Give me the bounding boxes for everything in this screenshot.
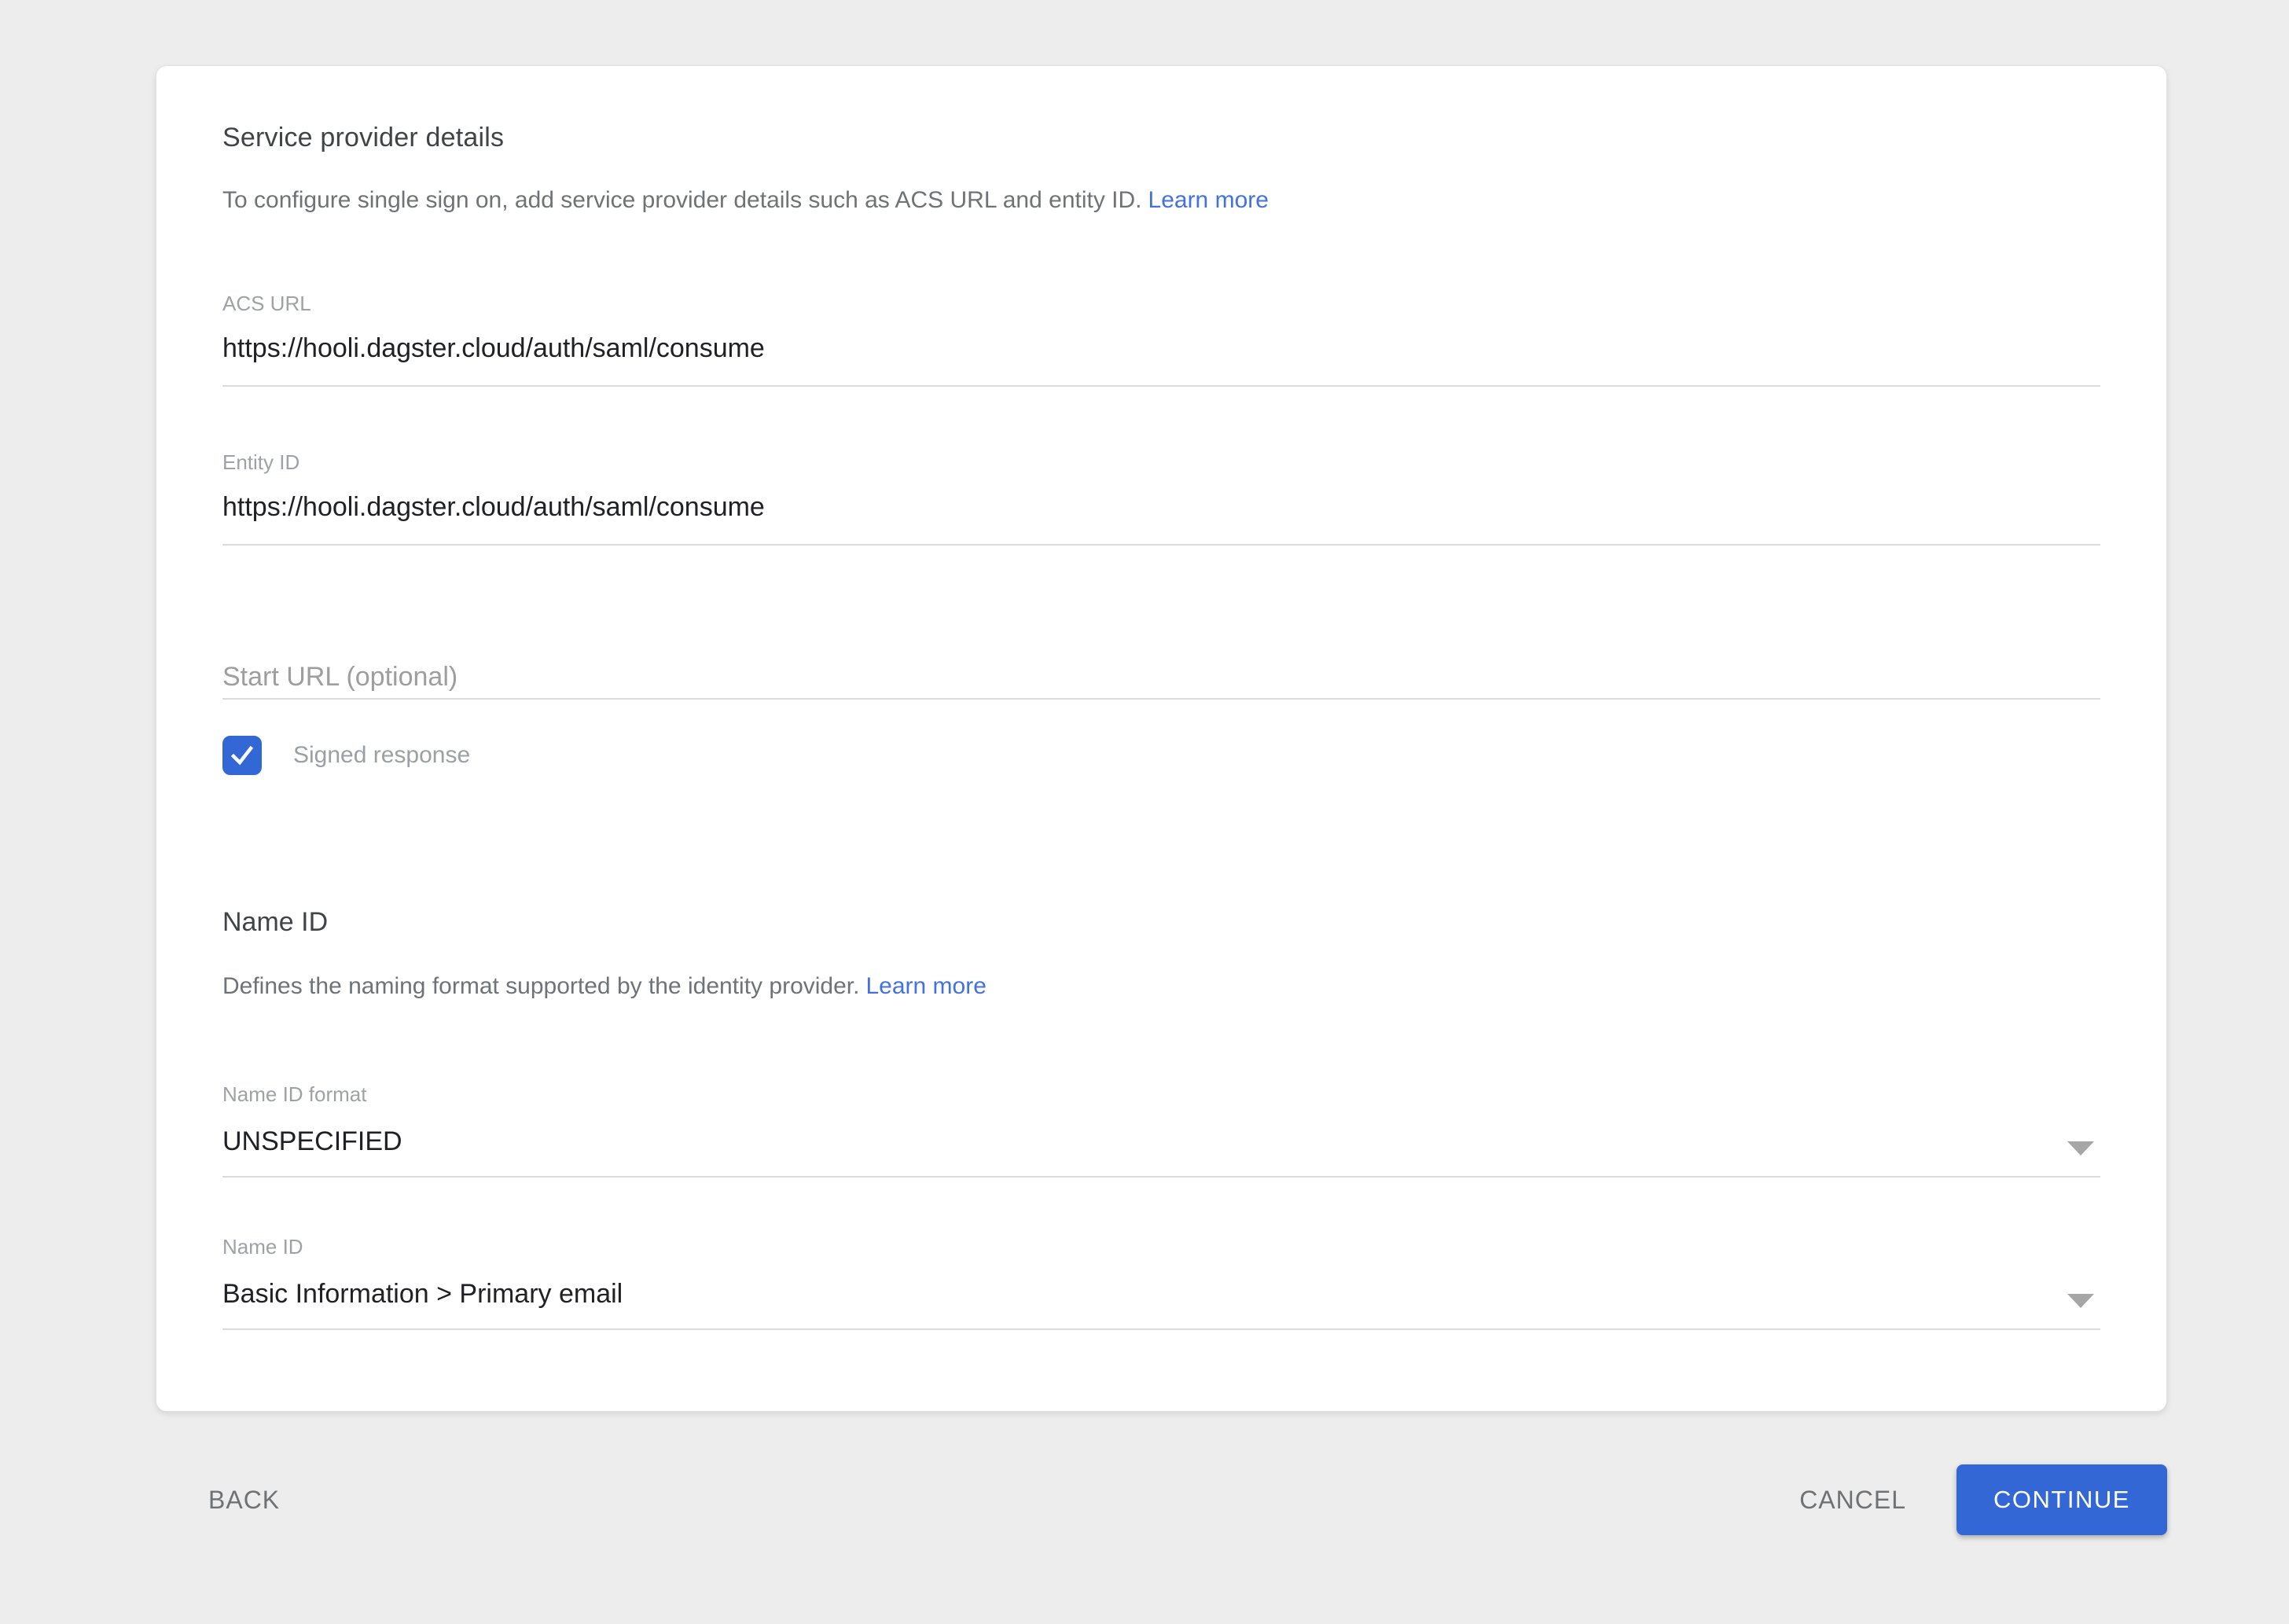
name-id-select[interactable]: Name ID Basic Information > Primary emai… [222, 1234, 2100, 1330]
page-description: To configure single sign on, add service… [222, 186, 2100, 215]
name-id-learn-more-link[interactable]: Learn more [865, 973, 986, 999]
page-description-text: To configure single sign on, add service… [222, 187, 1142, 213]
acs-url-field: ACS URL [222, 291, 2100, 387]
name-id-label: Name ID [222, 1234, 2100, 1259]
dropdown-arrow-icon [2067, 1294, 2094, 1308]
name-id-format-label: Name ID format [222, 1082, 2100, 1107]
page-title: Service provider details [222, 121, 2100, 154]
name-id-format-select[interactable]: Name ID format UNSPECIFIED [222, 1082, 2100, 1178]
back-button[interactable]: BACK [208, 1486, 280, 1515]
entity-id-field: Entity ID [222, 450, 2100, 546]
footer-actions: BACK CANCEL CONTINUE [156, 1464, 2167, 1535]
entity-id-label: Entity ID [222, 450, 2100, 475]
name-id-description-text: Defines the naming format supported by t… [222, 973, 859, 999]
sp-learn-more-link[interactable]: Learn more [1148, 187, 1269, 213]
entity-id-input[interactable] [222, 475, 2100, 546]
acs-url-label: ACS URL [222, 291, 2100, 316]
signed-response-checkbox[interactable] [222, 736, 262, 775]
signed-response-row: Signed response [222, 736, 2100, 775]
signed-response-label: Signed response [293, 742, 470, 769]
name-id-heading: Name ID [222, 906, 2100, 939]
name-id-format-value: UNSPECIFIED [222, 1107, 2100, 1178]
start-url-input[interactable] [222, 660, 2100, 700]
acs-url-input[interactable] [222, 316, 2100, 387]
cancel-button[interactable]: CANCEL [1799, 1486, 1906, 1515]
dropdown-arrow-icon [2067, 1141, 2094, 1156]
service-provider-card: Service provider details To configure si… [156, 65, 2167, 1412]
check-icon [228, 741, 256, 770]
start-url-field [222, 660, 2100, 700]
continue-button[interactable]: CONTINUE [1956, 1464, 2167, 1535]
name-id-description: Defines the naming format supported by t… [222, 972, 2100, 1001]
footer-right-actions: CANCEL CONTINUE [1799, 1464, 2167, 1535]
name-id-value: Basic Information > Primary email [222, 1259, 2100, 1330]
